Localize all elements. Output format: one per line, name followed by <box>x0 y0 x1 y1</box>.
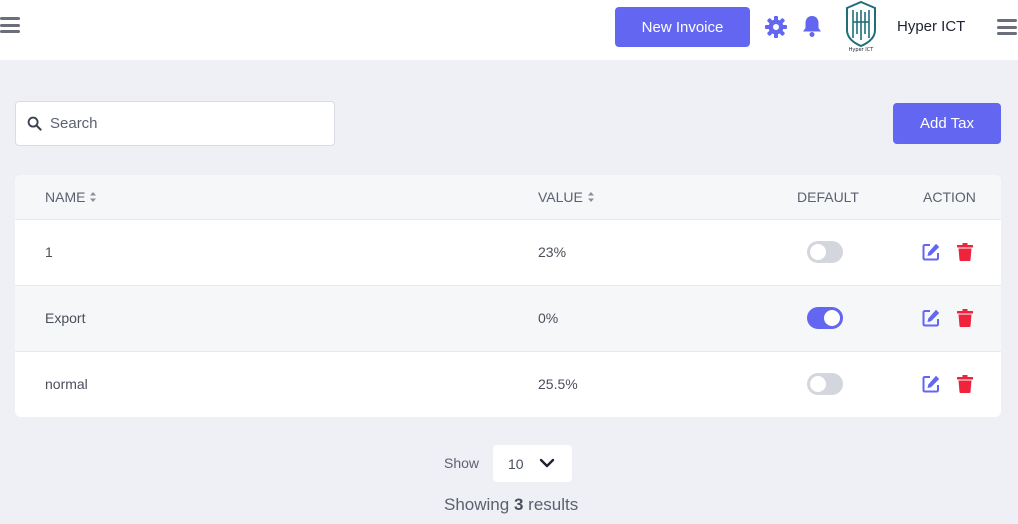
tax-name: 1 <box>45 244 53 260</box>
table-row: normal 25.5% <box>15 352 1001 417</box>
search-box[interactable] <box>15 101 335 146</box>
default-toggle[interactable] <box>807 373 843 395</box>
menu-icon[interactable] <box>0 17 20 33</box>
column-header-default: DEFAULT <box>797 189 859 205</box>
tax-value: 0% <box>538 310 559 326</box>
page-size-value: 10 <box>508 455 524 472</box>
company-logo: Hyper ICT <box>846 0 876 52</box>
search-input[interactable] <box>50 115 310 132</box>
top-bar: New Invoice Hyper ICT Hyper ICT <box>0 0 1018 60</box>
table-row: 1 23% <box>15 220 1001 286</box>
column-label: VALUE <box>538 189 583 205</box>
show-label: Show <box>444 455 480 471</box>
results-count: 3 <box>513 495 524 514</box>
sort-icon <box>90 192 97 202</box>
gear-icon[interactable] <box>764 15 788 39</box>
edit-icon[interactable] <box>921 308 941 328</box>
org-name[interactable]: Hyper ICT <box>897 18 965 35</box>
toggle-knob <box>824 310 840 326</box>
column-header-name[interactable]: NAME <box>45 189 97 205</box>
toggle-knob <box>810 244 826 260</box>
trash-icon[interactable] <box>955 242 975 262</box>
tax-name: normal <box>45 376 88 392</box>
results-suffix: results <box>528 495 579 514</box>
edit-icon[interactable] <box>921 374 941 394</box>
toggle-knob <box>810 376 826 392</box>
page-size-select[interactable]: 10 <box>493 445 572 482</box>
results-prefix: Showing <box>444 495 510 514</box>
trash-icon[interactable] <box>955 374 975 394</box>
add-tax-button[interactable]: Add Tax <box>893 103 1001 144</box>
edit-icon[interactable] <box>921 242 941 262</box>
results-summary: Showing 3 results <box>444 495 578 515</box>
column-header-value[interactable]: VALUE <box>538 189 595 205</box>
trash-icon[interactable] <box>955 308 975 328</box>
sort-icon <box>587 192 594 202</box>
chevron-down-icon <box>539 458 555 468</box>
table-header: NAME VALUE DEFAULT ACTION <box>15 175 1001 220</box>
column-label: NAME <box>45 189 86 205</box>
tax-value: 23% <box>538 244 567 260</box>
column-header-action: ACTION <box>923 189 976 205</box>
default-toggle[interactable] <box>807 307 843 329</box>
search-icon <box>27 116 42 131</box>
new-invoice-button[interactable]: New Invoice <box>615 7 750 47</box>
svg-text:Hyper ICT: Hyper ICT <box>849 47 875 52</box>
tax-name: Export <box>45 310 86 326</box>
default-toggle[interactable] <box>807 241 843 263</box>
bell-icon[interactable] <box>801 14 823 38</box>
tax-value: 25.5% <box>538 376 578 392</box>
table-row: Export 0% <box>15 286 1001 352</box>
menu-icon[interactable] <box>997 19 1017 35</box>
tax-table: NAME VALUE DEFAULT ACTION 1 23% Export 0… <box>15 175 1001 417</box>
